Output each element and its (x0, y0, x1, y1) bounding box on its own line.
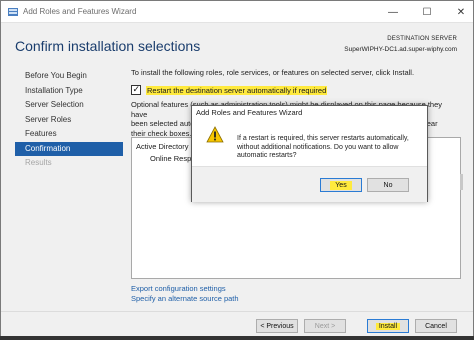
content-area: To install the following roles, role ser… (131, 68, 459, 138)
yes-button-label: Yes (330, 180, 352, 190)
nav-item-installation-type[interactable]: Installation Type (15, 84, 123, 99)
nav-item-features[interactable]: Features (15, 127, 123, 142)
restart-confirm-dialog: Add Roles and Features Wizard If a resta… (191, 105, 428, 202)
yes-button[interactable]: Yes (320, 178, 362, 192)
nav-item-server-roles[interactable]: Server Roles (15, 113, 123, 128)
window-titlebar[interactable]: Add Roles and Features Wizard — ☐ ✕ (1, 1, 473, 23)
next-button[interactable]: Next > (304, 319, 346, 333)
nav-item-results: Results (25, 158, 52, 167)
links-area: Export configuration settings Specify an… (131, 284, 239, 304)
wizard-footer: < Previous Next > Install Cancel (1, 311, 473, 337)
export-settings-link[interactable]: Export configuration settings (131, 284, 239, 294)
previous-button[interactable]: < Previous (256, 319, 298, 333)
install-button[interactable]: Install (367, 319, 409, 333)
cancel-button[interactable]: Cancel (415, 319, 457, 333)
scrollbar-fragment (460, 174, 463, 190)
restart-checkbox-label[interactable]: Restart the destination server automatic… (146, 85, 328, 95)
wizard-nav: Before You Begin Installation Type Serve… (15, 69, 123, 171)
dialog-titlebar[interactable]: Add Roles and Features Wizard (192, 106, 427, 120)
optional-line-2: been selected autor (131, 119, 197, 128)
destination-server-label: DESTINATION SERVER (387, 36, 457, 42)
destination-server-name: SuperWIPHY-DC1.ad.super-wiphy.com (344, 46, 457, 53)
no-button[interactable]: No (367, 178, 409, 192)
install-button-label: Install (375, 322, 401, 330)
close-button[interactable]: ✕ (447, 1, 474, 23)
alternate-source-link[interactable]: Specify an alternate source path (131, 294, 239, 304)
server-manager-icon (8, 8, 18, 16)
minimize-button[interactable]: — (379, 1, 407, 23)
window-title: Add Roles and Features Wizard (23, 7, 137, 16)
dialog-message: If a restart is required, this server re… (237, 135, 409, 159)
nav-item-before-you-begin[interactable]: Before You Begin (15, 69, 123, 84)
maximize-button[interactable]: ☐ (413, 1, 441, 23)
intro-text: To install the following roles, role ser… (131, 68, 415, 77)
warning-icon (206, 126, 224, 143)
restart-checkbox[interactable] (131, 84, 141, 95)
dialog-title: Add Roles and Features Wizard (196, 108, 303, 117)
dialog-footer: Yes No (192, 166, 427, 202)
page-title: Confirm installation selections (15, 38, 201, 54)
nav-item-server-selection[interactable]: Server Selection (15, 98, 123, 113)
nav-item-confirmation[interactable]: Confirmation (15, 141, 123, 156)
taskbar-strip (0, 336, 474, 340)
restart-checkbox-row[interactable]: Restart the destination server automatic… (131, 84, 328, 95)
